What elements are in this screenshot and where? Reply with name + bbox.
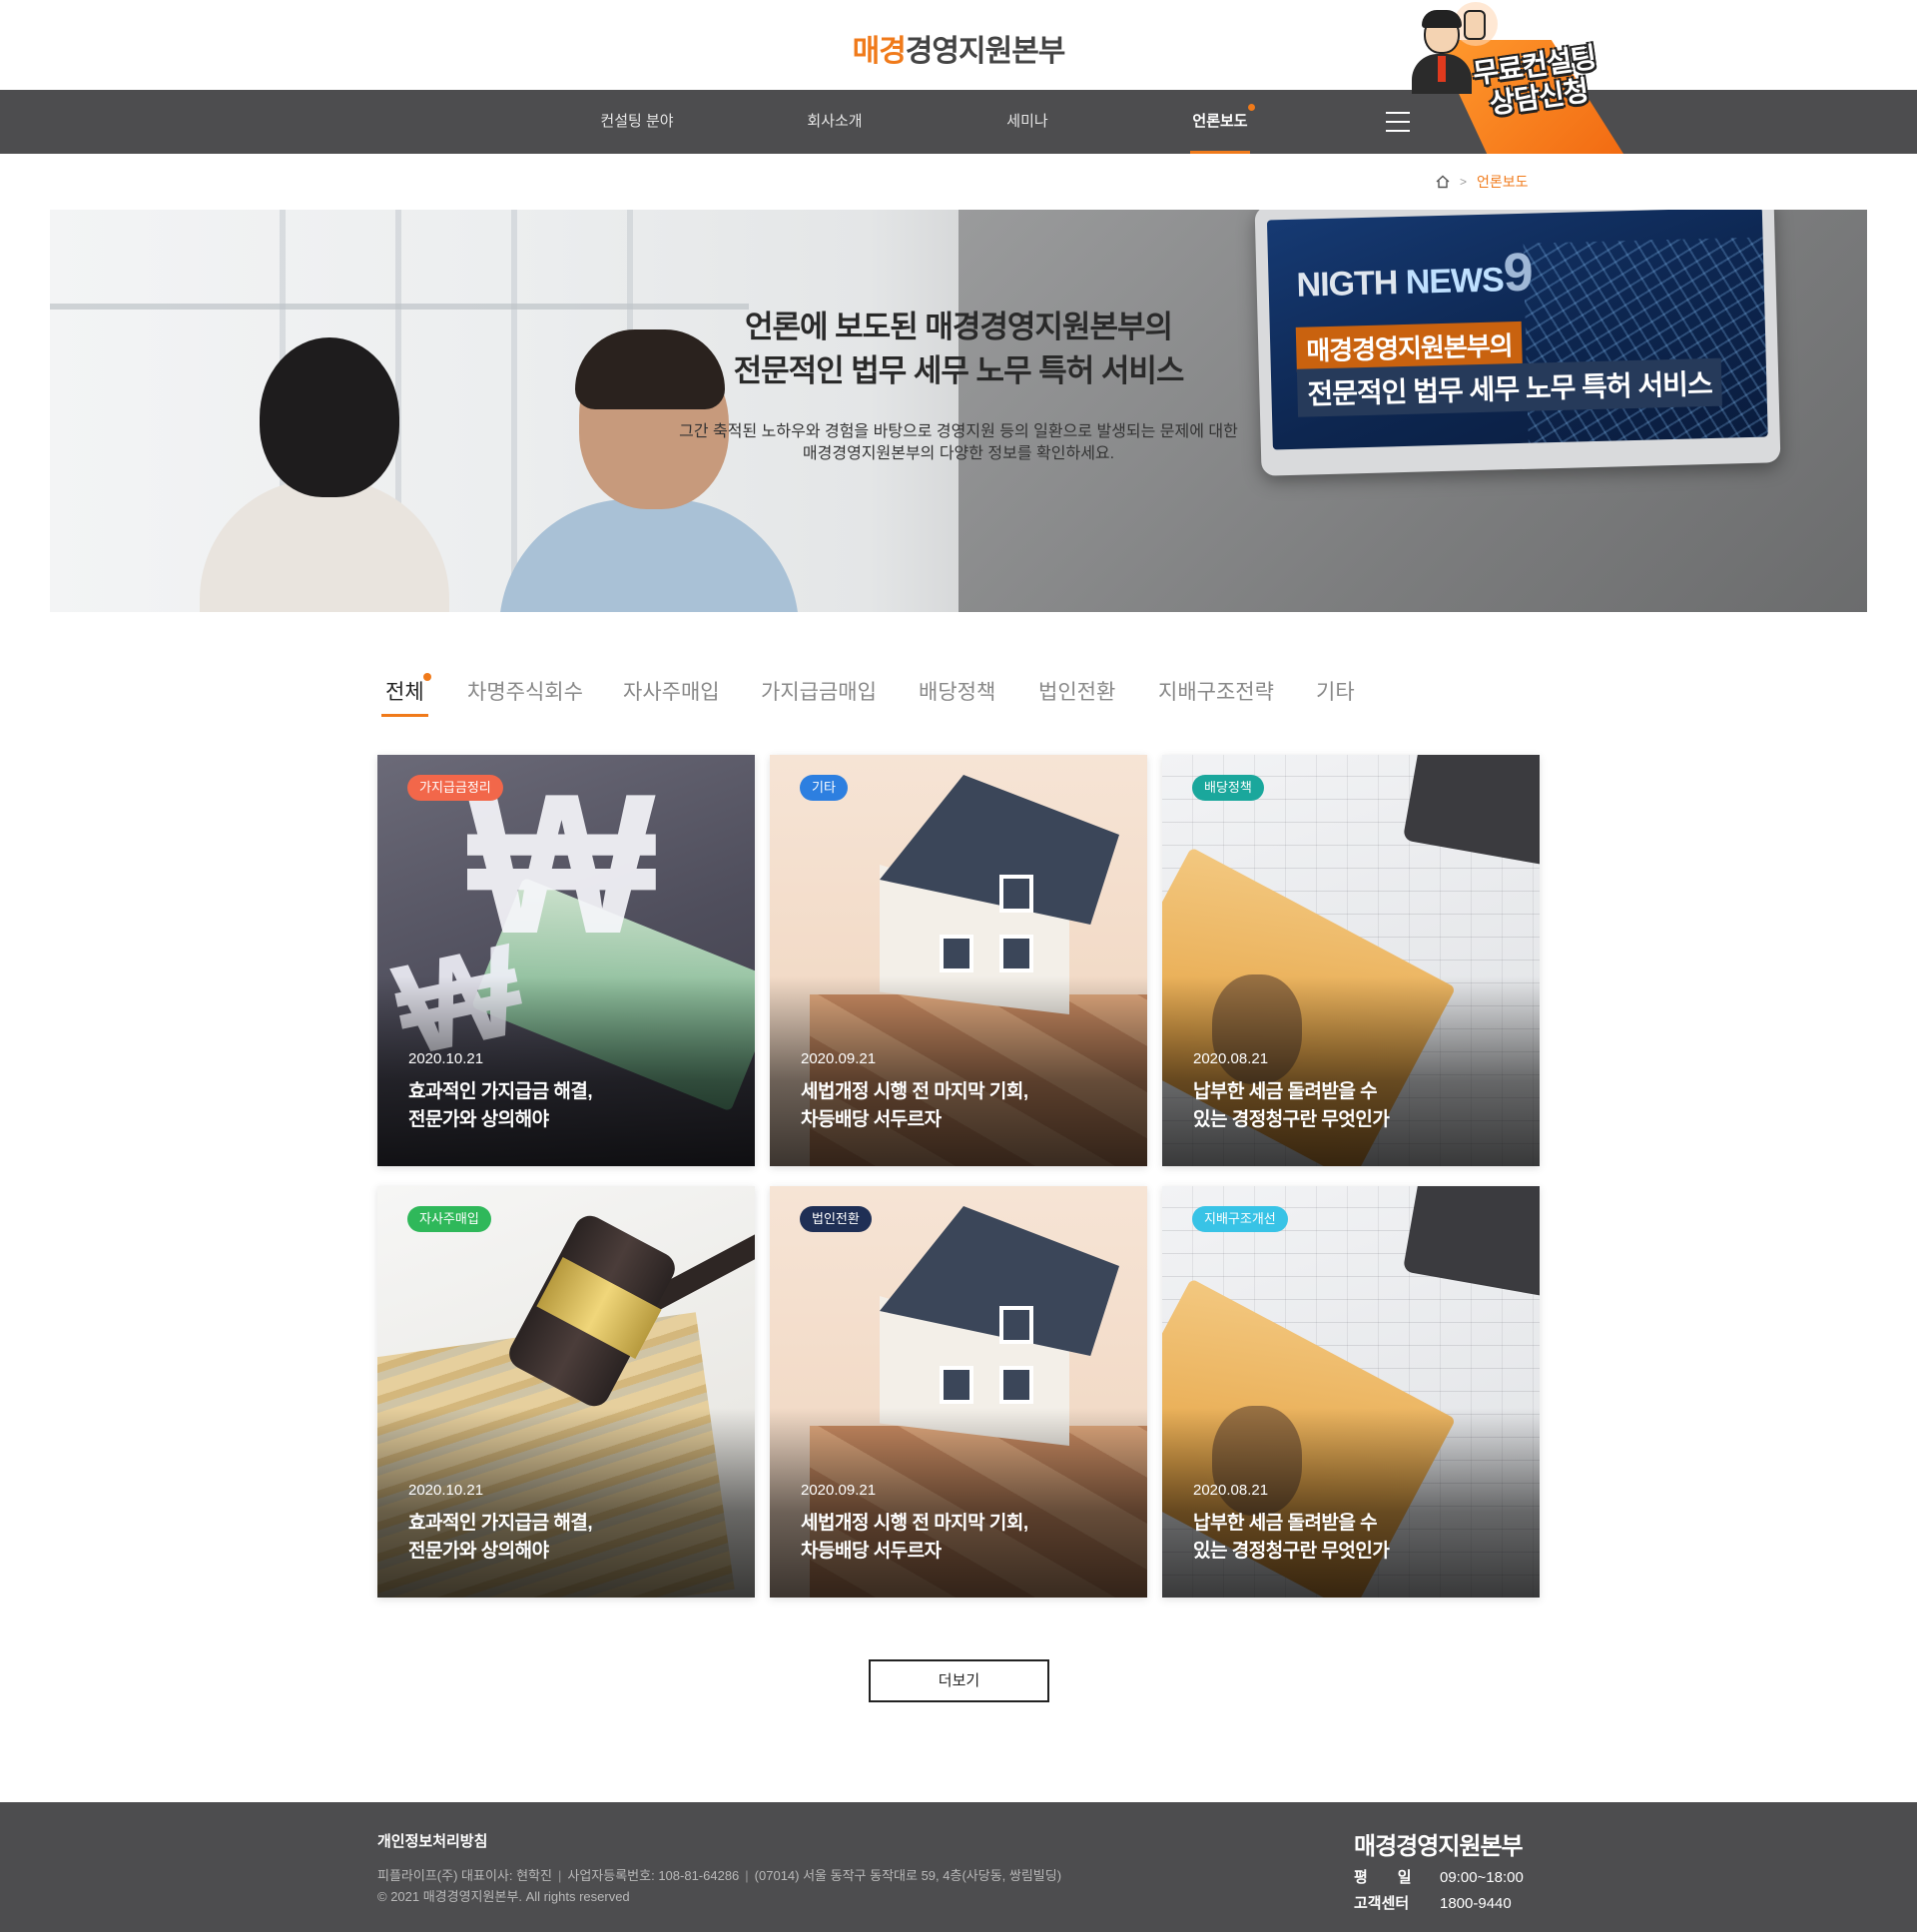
tab-governance[interactable]: 지배구조전략: [1158, 677, 1274, 717]
tab-nominee-stock[interactable]: 차명주식회수: [467, 677, 583, 717]
category-badge: 자사주매입: [407, 1206, 491, 1232]
card-title[interactable]: 납부한 세금 돌려받을 수 있는 경정청구란 무엇인가: [1193, 1078, 1513, 1134]
card-date: 2020.08.21: [1193, 1050, 1269, 1067]
logo-rest: 경영지원본부: [905, 35, 1066, 68]
tab-incorporation[interactable]: 법인전환: [1038, 677, 1115, 717]
category-badge: 가지급금정리: [407, 775, 503, 801]
category-badge: 지배구조개선: [1192, 1206, 1288, 1232]
card-title[interactable]: 세법개정 시행 전 마지막 기회, 차등배당 서두르자: [801, 1510, 1120, 1566]
card-date: 2020.10.21: [408, 1482, 484, 1499]
home-icon[interactable]: [1436, 175, 1450, 189]
tv-news-logo: NIGTH NEWS9: [1296, 242, 1534, 305]
nav-item-consulting[interactable]: 컨설팅 분야: [579, 90, 695, 154]
hero-title: 언론에 보도된 매경경영지원본부의 전문적인 법무 세무 노무 특허 서비스: [50, 306, 1867, 393]
privacy-policy-link[interactable]: 개인정보처리방침: [377, 1830, 487, 1851]
nav-item-seminar[interactable]: 세미나: [986, 90, 1068, 154]
chevron-right-icon: >: [1460, 175, 1468, 189]
nav-active-dot: [1248, 104, 1255, 111]
category-badge: 기타: [800, 775, 848, 801]
tab-treasury-stock[interactable]: 자사주매입: [623, 677, 720, 717]
news-card[interactable]: ₩ ₩ 가지급금정리 2020.10.21 효과적인 가지급금 해결,전문가와 …: [377, 755, 755, 1166]
copyright: © 2021 매경경영지원본부. All rights reserved: [377, 1889, 630, 1904]
hero-banner: NIGTH NEWS9 매경경영지원본부의 전문적인 법무 세무 노무 특허 서…: [50, 210, 1867, 612]
logo-accent: 매경: [852, 35, 907, 68]
news-card[interactable]: 기타 2020.09.21 세법개정 시행 전 마지막 기회, 차등배당 서두르자: [770, 755, 1147, 1166]
category-badge: 법인전환: [800, 1206, 872, 1232]
hero-title-line1: 언론에 보도된 매경경영지원본부의: [744, 310, 1173, 344]
thumbs-up-icon: [1464, 10, 1486, 40]
footer-brand: 매경경영지원본부: [1354, 1833, 1524, 1860]
card-title[interactable]: 효과적인 가지급금 해결, 전문가와 상의해야: [408, 1078, 728, 1134]
tab-provisional-payment[interactable]: 가지급금매입: [761, 677, 877, 717]
nav-item-press[interactable]: 언론보도: [1190, 90, 1250, 154]
business-hours: 평 일 09:00~18:00: [1354, 1869, 1524, 1886]
card-date: 2020.09.21: [801, 1050, 877, 1067]
hero-desc-line2: 매경경영지원본부의 다양한 정보를 확인하세요.: [802, 445, 1115, 462]
hero-desc-line1: 그간 축적된 노하우와 경험을 바탕으로 경영지원 등의 일환으로 발생되는 문…: [679, 423, 1238, 440]
company-info: 피플라이프(주) 대표이사: 현학진 | 사업자등록번호: 108-81-64286…: [377, 1868, 1062, 1883]
news-card[interactable]: 법인전환 2020.09.21 세법개정 시행 전 마지막 기회, 차등배당 서두…: [770, 1186, 1147, 1598]
load-more-button[interactable]: 더보기: [869, 1659, 1049, 1702]
card-date: 2020.10.21: [408, 1050, 484, 1067]
customer-center: 고객센터 1800-9440: [1354, 1895, 1512, 1912]
tab-dividend-policy[interactable]: 배당정책: [919, 677, 995, 717]
news-card[interactable]: 배당정책 2020.08.21 납부한 세금 돌려받을 수 있는 경정청구란 무엇…: [1162, 755, 1540, 1166]
hero-title-line2: 전문적인 법무 세무 노무 특허 서비스: [733, 353, 1185, 388]
nav-item-company[interactable]: 회사소개: [785, 90, 885, 154]
card-title[interactable]: 납부한 세금 돌려받을 수 있는 경정청구란 무엇인가: [1193, 1510, 1513, 1566]
category-badge: 배당정책: [1192, 775, 1264, 801]
card-date: 2020.09.21: [801, 1482, 877, 1499]
card-title[interactable]: 세법개정 시행 전 마지막 기회, 차등배당 서두르자: [801, 1078, 1120, 1134]
breadcrumb: > 언론보도: [1436, 172, 1529, 192]
tab-all[interactable]: 전체: [381, 677, 428, 717]
card-date: 2020.08.21: [1193, 1482, 1269, 1499]
free-consult-button[interactable]: 무료컨설팅 상담신청: [1394, 0, 1633, 154]
tab-etc[interactable]: 기타: [1316, 677, 1355, 717]
news-card[interactable]: 자사주매입 2020.10.21 효과적인 가지급금 해결, 전문가와 상의해야: [377, 1186, 755, 1598]
site-footer: 개인정보처리방침 피플라이프(주) 대표이사: 현학진 | 사업자등록번호: 108…: [0, 1802, 1917, 1932]
card-title[interactable]: 효과적인 가지급금 해결, 전문가와 상의해야: [408, 1510, 728, 1566]
breadcrumb-current[interactable]: 언론보도: [1477, 172, 1529, 192]
hero-description: 그간 축적된 노하우와 경험을 바탕으로 경영지원 등의 일환으로 발생되는 문…: [50, 421, 1867, 465]
news-card[interactable]: 지배구조개선 2020.08.21 납부한 세금 돌려받을 수 있는 경정청구란 …: [1162, 1186, 1540, 1598]
tab-active-dot: [423, 673, 431, 681]
